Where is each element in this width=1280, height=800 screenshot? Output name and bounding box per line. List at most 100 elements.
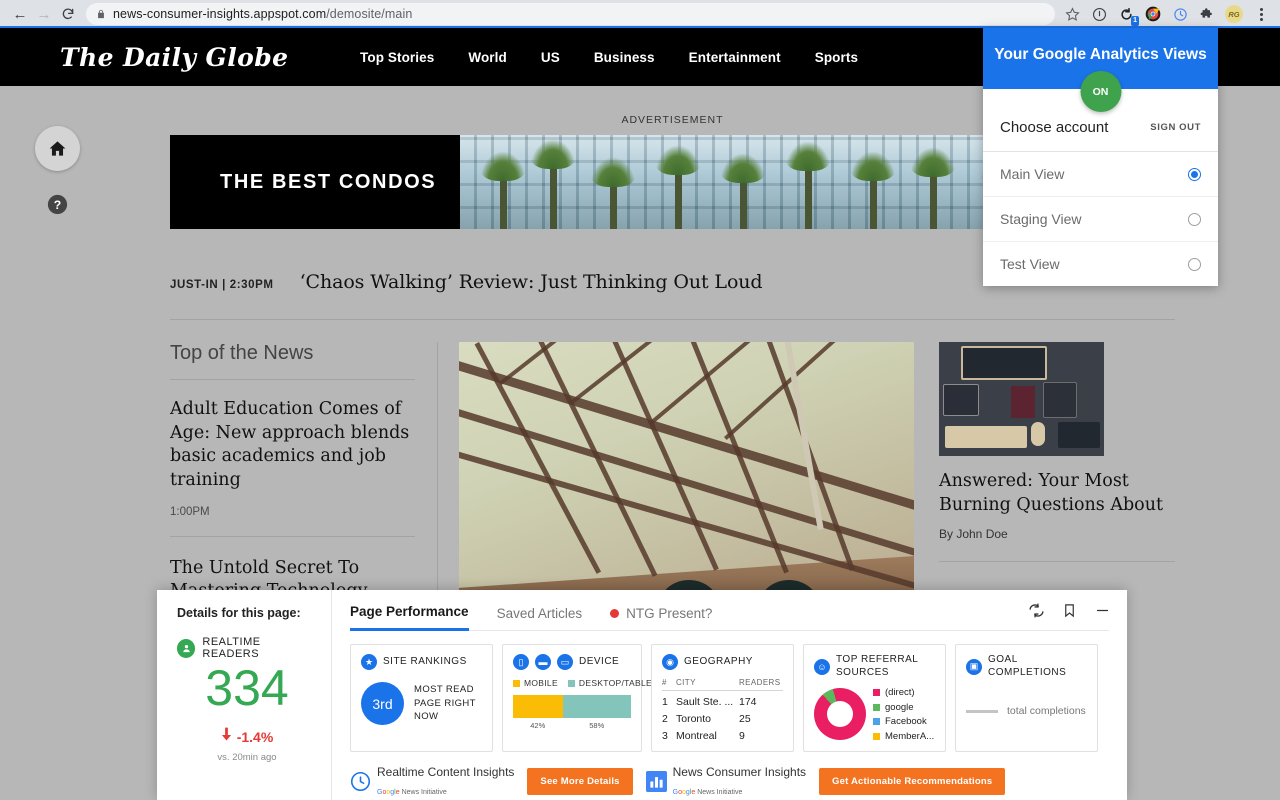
divider xyxy=(939,561,1175,562)
cell-city: Montreal xyxy=(676,725,739,742)
ga-view-item-staging[interactable]: Staging View xyxy=(983,197,1218,242)
column-title: Top of the News xyxy=(170,342,415,380)
device-bar-labels: 42% 58% xyxy=(513,721,631,730)
radio-button[interactable] xyxy=(1188,213,1201,226)
column-header-rank: # xyxy=(662,678,676,691)
nav-item-entertainment[interactable]: Entertainment xyxy=(689,50,781,65)
card-header: ▣ GOAL COMPLETIONS xyxy=(966,654,1087,679)
nav-item-world[interactable]: World xyxy=(468,50,507,65)
chrome-icon[interactable] xyxy=(1144,5,1162,23)
cell-city: Sault Ste. ... xyxy=(676,691,739,709)
just-in-tag: JUST-IN | 2:30PM xyxy=(170,279,274,291)
dashboard-toolbar xyxy=(1028,602,1111,624)
nav-item-business[interactable]: Business xyxy=(594,50,655,65)
card-site-rankings: ★ SITE RANKINGS 3rd MOST READ PAGE RIGHT… xyxy=(350,644,493,752)
bookmark-icon[interactable] xyxy=(1062,602,1077,624)
profile-avatar[interactable]: RG xyxy=(1225,5,1243,23)
group-icon: ☺ xyxy=(814,659,830,675)
home-icon[interactable] xyxy=(35,126,80,171)
hero-photo[interactable] xyxy=(459,342,914,614)
table-row: 2 Toronto 25 xyxy=(662,708,783,725)
referral-legend: (direct) google Facebook MemberA... xyxy=(873,687,934,742)
legend-item-memberarea: MemberA... xyxy=(873,731,934,742)
tab-page-performance[interactable]: Page Performance xyxy=(350,604,469,631)
help-circle-icon[interactable]: ? xyxy=(47,194,68,215)
kebab-menu-icon[interactable] xyxy=(1252,5,1270,23)
sign-out-button[interactable]: SIGN OUT xyxy=(1150,122,1201,133)
side-story-byline: By John Doe xyxy=(939,527,1175,541)
svg-text:?: ? xyxy=(54,198,61,212)
bar-chart-icon xyxy=(646,771,667,792)
side-story-headline[interactable]: Answered: Your Most Burning Questions Ab… xyxy=(939,470,1175,517)
address-bar[interactable]: news-consumer-insights.appspot.com/demos… xyxy=(86,3,1055,25)
radio-button-selected[interactable] xyxy=(1188,168,1201,181)
arrow-down-icon xyxy=(221,727,232,747)
rank-caption: MOST READ PAGE RIGHT NOW xyxy=(414,683,482,724)
bar-segment-mobile xyxy=(513,695,563,718)
url-domain: news-consumer-insights.appspot.com xyxy=(113,7,326,21)
referral-donut-chart xyxy=(814,688,866,740)
tab-saved-articles[interactable]: Saved Articles xyxy=(497,606,583,630)
ga-view-label: Test View xyxy=(1000,256,1060,272)
nav-item-top-stories[interactable]: Top Stories xyxy=(360,50,434,65)
brand-news-consumer-insights: News Consumer Insights Google News Initi… xyxy=(646,763,806,799)
card-geography: ◉ GEOGRAPHY # CITY READERS 1 Sault Ste. … xyxy=(651,644,794,752)
see-more-details-button[interactable]: See More Details xyxy=(527,768,632,795)
geography-table: # CITY READERS 1 Sault Ste. ... 174 2 To… xyxy=(662,678,783,742)
tab-ntg-present[interactable]: NTG Present? xyxy=(610,606,712,630)
status-dot-icon xyxy=(610,609,619,618)
dashboard-main-column: Page Performance Saved Articles NTG Pres… xyxy=(332,590,1127,800)
ga-view-label: Main View xyxy=(1000,166,1064,182)
history-clock-icon[interactable] xyxy=(1171,5,1189,23)
refresh-icon[interactable] xyxy=(1028,602,1045,624)
tab-ntg-label: NTG Present? xyxy=(626,606,712,621)
realtime-readers-label: REALTIME READERS xyxy=(202,636,317,660)
extension-counter-icon[interactable]: 1 xyxy=(1117,5,1135,23)
ga-on-toggle[interactable]: ON xyxy=(1080,71,1121,112)
url-path: /demosite/main xyxy=(326,7,412,21)
forward-arrow-icon[interactable]: → xyxy=(32,2,56,26)
just-in-headline[interactable]: ‘Chaos Walking’ Review: Just Thinking Ou… xyxy=(300,271,763,293)
cell-city: Toronto xyxy=(676,708,739,725)
nav-item-sports[interactable]: Sports xyxy=(815,50,858,65)
legend-item-direct: (direct) xyxy=(873,687,934,698)
goal-flag-icon: ▣ xyxy=(966,659,982,675)
get-actionable-recommendations-button[interactable]: Get Actionable Recommendations xyxy=(819,768,1005,795)
back-arrow-icon[interactable]: ← xyxy=(8,2,32,26)
reload-icon[interactable] xyxy=(56,2,80,26)
goal-caption: total completions xyxy=(1007,705,1086,717)
table-header-row: # CITY READERS xyxy=(662,678,783,691)
info-circle-icon[interactable] xyxy=(1090,5,1108,23)
story-headline[interactable]: Adult Education Comes of Age: New approa… xyxy=(170,398,415,493)
brand-subtitle: Google News Initiative xyxy=(377,789,447,796)
card-top-referral-sources: ☺ TOP REFERRAL SOURCES (direct) google F… xyxy=(803,644,946,752)
goal-body: total completions xyxy=(966,705,1087,717)
nav-item-us[interactable]: US xyxy=(541,50,560,65)
legend-label: MOBILE xyxy=(524,678,558,688)
tablet-icon: ▬ xyxy=(535,654,551,670)
card-title: TOP REFERRAL SOURCES xyxy=(836,654,935,679)
rank-body: 3rd MOST READ PAGE RIGHT NOW xyxy=(361,682,482,725)
cell-readers: 174 xyxy=(739,691,783,709)
cell-rank: 2 xyxy=(662,708,676,725)
card-title: GOAL COMPLETIONS xyxy=(988,654,1087,679)
card-header: ★ SITE RANKINGS xyxy=(361,654,482,670)
person-badge-icon xyxy=(177,639,195,658)
realtime-readers-value: 334 xyxy=(177,662,317,715)
minimize-icon[interactable] xyxy=(1094,602,1111,624)
ga-view-item-main[interactable]: Main View xyxy=(983,152,1218,197)
dashboard-tabs: Page Performance Saved Articles NTG Pres… xyxy=(350,604,1109,631)
device-legend: MOBILE DESKTOP/TABLET xyxy=(513,678,631,688)
star-icon[interactable] xyxy=(1063,5,1081,23)
radio-button[interactable] xyxy=(1188,258,1201,271)
dashboard-details-column: Details for this page: REALTIME READERS … xyxy=(157,590,332,800)
insights-dashboard-panel: Details for this page: REALTIME READERS … xyxy=(157,590,1127,800)
side-story-photo[interactable] xyxy=(939,342,1104,456)
list-item[interactable]: Adult Education Comes of Age: New approa… xyxy=(170,398,415,537)
url-text: news-consumer-insights.appspot.com/demos… xyxy=(113,7,412,21)
ga-view-item-test[interactable]: Test View xyxy=(983,242,1218,286)
puzzle-extension-icon[interactable] xyxy=(1198,5,1216,23)
browser-extension-icons: 1 RG xyxy=(1063,5,1272,23)
cell-rank: 3 xyxy=(662,725,676,742)
brand-realtime-content-insights: Realtime Content Insights Google News In… xyxy=(350,763,514,799)
